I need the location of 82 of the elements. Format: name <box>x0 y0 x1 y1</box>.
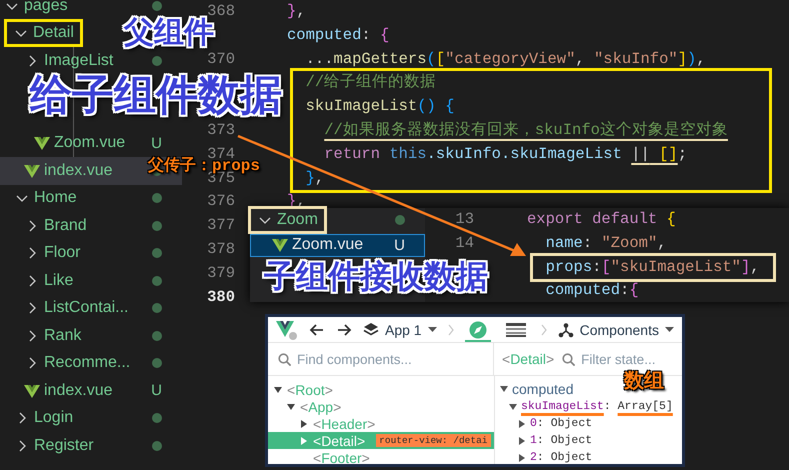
search-icon <box>278 352 291 366</box>
forward-arrow-icon[interactable] <box>336 322 352 336</box>
app-selector[interactable]: App 1 <box>363 322 437 338</box>
line-number: 374 <box>207 144 235 163</box>
layers-icon <box>363 322 379 338</box>
line-number: 378 <box>207 240 235 258</box>
code-line: props:["skuImageList"], <box>544 258 760 276</box>
code-line: //如果服务器数据没有回来，skuInfo这个对象是空对象 <box>323 120 728 139</box>
triangle-down-icon <box>500 384 508 392</box>
chevron-right-icon <box>448 324 454 336</box>
v-logo-icon <box>276 318 298 340</box>
component-name: <Detail> <box>502 351 554 367</box>
git-status-letter: U <box>151 382 162 400</box>
node-tree-icon <box>558 322 574 338</box>
component-tree-item[interactable]: <App> <box>268 398 494 416</box>
code-line: skuImageList() { <box>304 97 454 116</box>
code-line: }, <box>304 168 324 187</box>
state-section[interactable]: computed <box>495 379 574 398</box>
state-item[interactable]: 0: Object <box>495 415 592 432</box>
table-icon <box>506 322 526 336</box>
line-number: 370 <box>207 50 235 68</box>
component-tree-item[interactable]: <Header> <box>268 416 494 432</box>
tree-item[interactable]: Rank <box>24 326 82 345</box>
component-tree-item[interactable]: <Footer> <box>268 449 494 464</box>
code-line: return this.skuInfo.skuImageList || []; <box>323 144 688 163</box>
triangle-right-icon <box>518 420 526 428</box>
line-number: 377 <box>207 216 235 234</box>
caret-down-icon <box>428 327 437 332</box>
line-number: 14 <box>455 234 474 252</box>
tree-item[interactable]: Zoom <box>251 208 324 231</box>
route-tag: router-view: /detai <box>376 434 490 448</box>
line-number: 380 <box>207 288 235 306</box>
tree-item[interactable]: ListContai... <box>24 299 128 318</box>
component-tree-item[interactable]: <Root> <box>268 382 494 399</box>
compass-icon <box>468 320 487 338</box>
v-logo-icon <box>24 382 40 399</box>
search-field[interactable]: Find components... <box>278 352 425 366</box>
triangle-right-icon <box>518 436 526 444</box>
code-line: export default { <box>527 210 676 228</box>
git-status-letter: U <box>394 236 405 254</box>
code-line: }, <box>287 2 306 20</box>
git-status-letter: U <box>151 134 162 152</box>
tree-item[interactable]: Floor <box>24 244 80 262</box>
tree-item[interactable]: pages <box>4 0 68 15</box>
line-number: 376 <box>207 192 235 210</box>
tree-item[interactable]: index.vue <box>24 382 112 400</box>
line-number: 379 <box>207 264 235 282</box>
state-item[interactable]: 1: Object <box>495 432 592 449</box>
code-line: name: "Zoom", <box>544 234 667 252</box>
line-number: 13 <box>455 210 474 228</box>
chevron-right-icon <box>540 324 547 336</box>
tree-item[interactable]: Like <box>24 272 74 290</box>
code-line: computed: { <box>287 26 390 44</box>
code-line: //给子组件的数据 <box>304 73 436 92</box>
tree-item[interactable]: ImageList <box>24 52 114 70</box>
annotation-caption: 给子组件数据 <box>30 72 282 118</box>
code-line: ...mapGetters(["categoryView", "skuInfo"]), <box>304 50 706 68</box>
back-arrow-icon[interactable] <box>309 322 325 336</box>
tree-item[interactable]: Zoom.vue <box>34 134 126 152</box>
search-icon <box>562 352 576 366</box>
v-logo-icon <box>34 135 50 152</box>
tree-item[interactable]: Login <box>14 409 74 428</box>
triangle-down-icon <box>509 402 517 410</box>
triangle-right-icon <box>518 454 526 462</box>
filter-field[interactable]: Filter state... <box>562 352 674 366</box>
v-logo-icon <box>24 162 40 179</box>
tree-item[interactable]: Zoom.vue <box>272 236 364 254</box>
tree-item[interactable]: Home <box>14 189 77 208</box>
annotation-note: 数组 <box>624 370 664 392</box>
view-selector[interactable]: Components <box>558 322 674 338</box>
v-logo-icon <box>272 237 288 254</box>
code-line: computed:{ <box>544 281 639 300</box>
tree-item[interactable]: Detail <box>7 22 80 44</box>
line-number: 373 <box>207 120 235 139</box>
tree-item[interactable]: Recomme... <box>24 354 130 372</box>
caret-down-icon <box>664 327 674 332</box>
annotation-caption: 子组件接收数据 <box>264 259 488 294</box>
tree-item[interactable]: Register <box>14 436 94 455</box>
tree-item[interactable]: Brand <box>24 216 87 235</box>
component-tree-item[interactable]: <Detail> router-view: /detai <box>268 432 494 450</box>
state-item[interactable]: skuImageList: Array[5] <box>495 398 673 415</box>
state-item[interactable]: 2: Object <box>495 449 592 464</box>
